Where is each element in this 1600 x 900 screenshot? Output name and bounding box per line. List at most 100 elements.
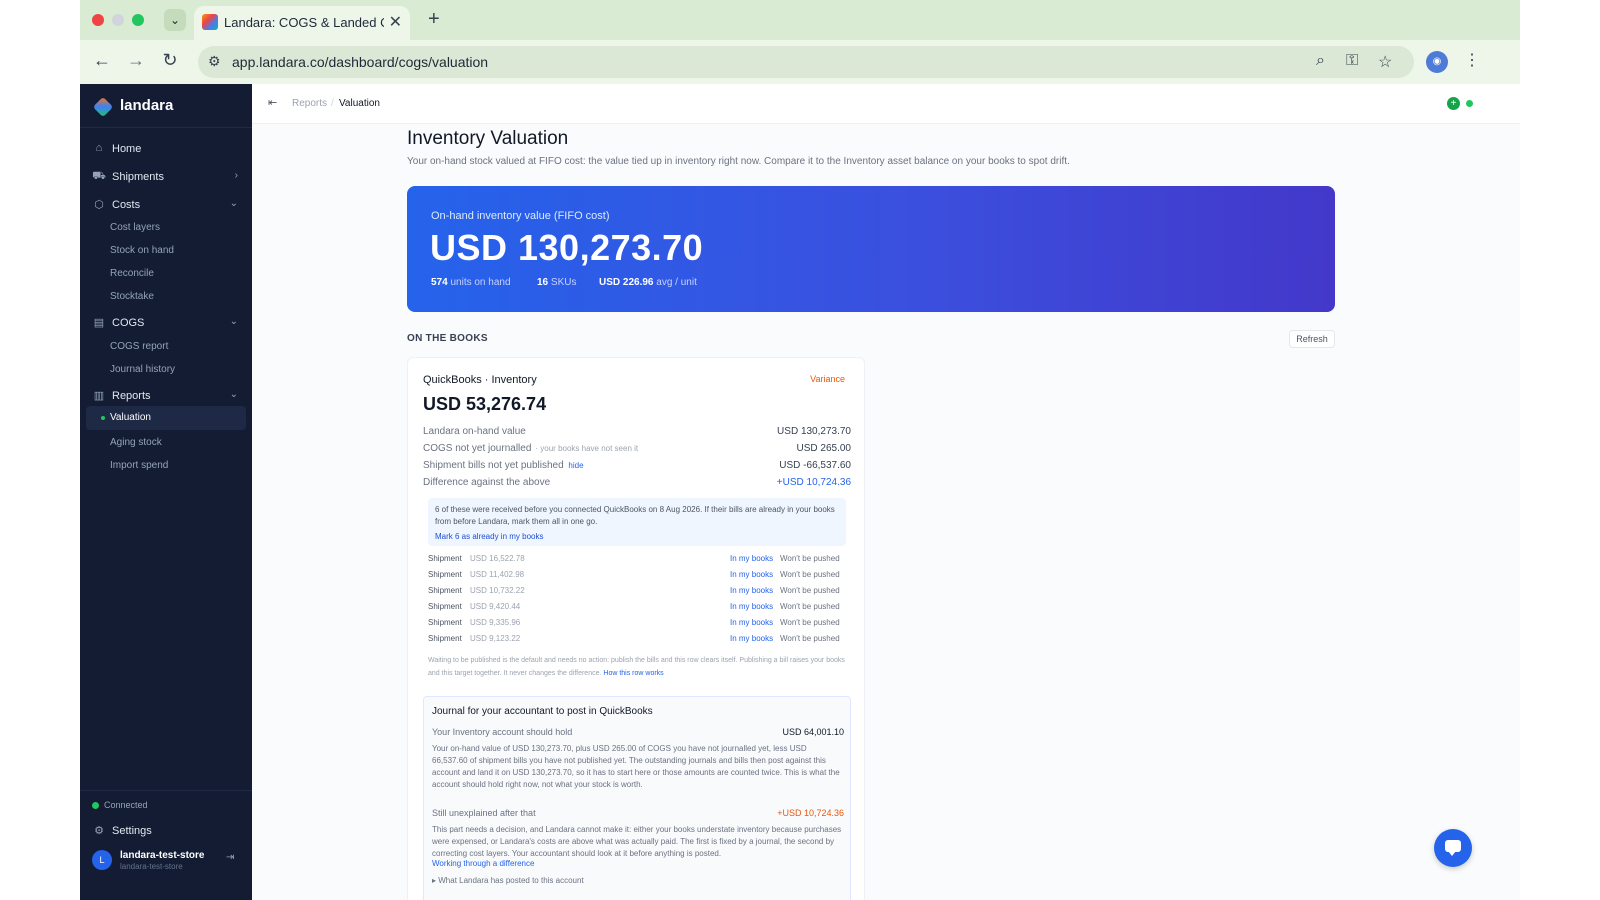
push-status: Won't be pushed xyxy=(780,554,840,563)
row-value: USD -66,537.60 xyxy=(779,460,851,471)
sidebar-item-home[interactable]: ⌂ Home xyxy=(92,140,244,162)
breadcrumb-reports[interactable]: Reports xyxy=(292,98,327,109)
minimize-window-dot[interactable] xyxy=(112,14,124,26)
maximize-window-dot[interactable] xyxy=(132,14,144,26)
zoom-icon[interactable]: ⌕ xyxy=(1316,52,1325,70)
row-value: USD 265.00 xyxy=(796,443,851,454)
chevron-down-icon: ⌄ xyxy=(229,389,238,400)
store-handle: landara-test-store xyxy=(120,862,183,871)
profile-avatar-icon[interactable]: ◉ xyxy=(1426,51,1448,73)
push-status: Won't be pushed xyxy=(780,634,840,643)
new-tab-icon[interactable]: + xyxy=(428,8,440,31)
row-label: Your Inventory account should hold xyxy=(432,727,573,737)
sidebar-subitem-stock-on-hand[interactable]: Stock on hand xyxy=(110,245,174,256)
page-title: Inventory Valuation xyxy=(407,128,569,149)
connection-status: Connected xyxy=(92,800,148,810)
status-badge: Variance xyxy=(810,374,845,384)
row-label: COGS not yet journalled · your books have… xyxy=(423,443,639,454)
pre-connection-notice: 6 of these were received before you conn… xyxy=(428,498,846,546)
store-name: landara-test-store xyxy=(120,850,205,861)
shipment-label: Shipment xyxy=(428,554,462,563)
browser-window: ⌄ Landara: COGS & Landed Co ✕ + ← → ↻ ⚙ … xyxy=(80,0,1520,900)
shipment-row: Shipment USD 10,732.22 In my books Won't… xyxy=(428,586,846,600)
address-bar[interactable]: ⚙ app.landara.co/dashboard/cogs/valuatio… xyxy=(198,46,1414,78)
sidebar-item-label: Costs xyxy=(112,199,141,211)
sidebar-subitem-reconcile[interactable]: Reconcile xyxy=(110,268,154,279)
in-my-books-link[interactable]: In my books xyxy=(730,586,773,595)
active-indicator-icon xyxy=(101,416,105,420)
breadcrumb-separator: / xyxy=(331,98,334,109)
favicon-icon xyxy=(202,14,218,30)
sidebar-subitem-cogs-report[interactable]: COGS report xyxy=(110,341,168,352)
collapse-sidebar-icon[interactable]: ⇤ xyxy=(268,96,277,109)
in-my-books-link[interactable]: In my books xyxy=(730,618,773,627)
sidebar-subitem-cost-layers[interactable]: Cost layers xyxy=(110,222,160,233)
reconcile-row: COGS not yet journalled · your books have… xyxy=(423,443,851,459)
shipment-amount: USD 11,402.98 xyxy=(470,570,525,579)
row-label: Landara on-hand value xyxy=(423,426,526,437)
shipment-label: Shipment xyxy=(428,570,462,579)
tab-close-icon[interactable]: ✕ xyxy=(389,12,402,32)
row-note: · your books have not seen it xyxy=(535,444,639,453)
shipment-row: Shipment USD 9,123.22 In my books Won't … xyxy=(428,634,846,648)
journal-explanation: Your on-hand value of USD 130,273.70, pl… xyxy=(432,744,840,789)
add-status-icon[interactable]: + xyxy=(1447,97,1460,110)
mark-in-books-link[interactable]: Mark 6 as already in my books xyxy=(435,532,544,541)
back-icon[interactable]: ← xyxy=(90,50,114,71)
hero-label: On-hand inventory value (FIFO cost) xyxy=(431,210,610,222)
connection-label: Connected xyxy=(104,800,148,810)
sidebar-subitem-stocktake[interactable]: Stocktake xyxy=(110,291,154,302)
sidebar-subitem-journal-history[interactable]: Journal history xyxy=(110,364,175,375)
password-key-icon[interactable]: ⚿ xyxy=(1346,52,1358,70)
hero-value: USD 130,273.70 xyxy=(430,227,704,268)
hide-link[interactable]: hide xyxy=(568,461,583,470)
in-my-books-link[interactable]: In my books xyxy=(730,554,773,563)
sidebar-subitem-valuation-active[interactable]: Valuation xyxy=(86,406,246,430)
shipment-amount: USD 16,522.78 xyxy=(470,554,525,563)
site-settings-icon[interactable]: ⚙ xyxy=(208,53,221,70)
row-label: Difference against the above xyxy=(423,477,551,488)
sidebar-subitem-import-spend[interactable]: Import spend xyxy=(110,460,168,471)
sidebar-item-shipments[interactable]: ⛟ Shipments › xyxy=(92,168,244,190)
forward-icon[interactable]: → xyxy=(124,50,148,71)
working-through-difference-link[interactable]: Working through a difference xyxy=(432,859,534,868)
shipment-amount: USD 9,335.96 xyxy=(470,618,521,627)
chat-support-button[interactable] xyxy=(1434,829,1472,867)
reload-icon[interactable]: ↻ xyxy=(158,50,182,71)
push-status: Won't be pushed xyxy=(780,602,840,611)
how-this-works-link[interactable]: How this row works xyxy=(603,670,663,677)
refresh-button[interactable]: Refresh xyxy=(1289,330,1335,348)
chat-bubble-tail-icon xyxy=(1448,851,1456,856)
browser-tab-active[interactable]: Landara: COGS & Landed Co ✕ xyxy=(194,6,410,40)
sidebar-item-costs[interactable]: ⬡ Costs ⌄ xyxy=(92,196,244,218)
tab-search-chevron-icon[interactable]: ⌄ xyxy=(164,9,186,31)
posted-history-disclosure[interactable]: ▸ What Landara has posted to this accoun… xyxy=(432,876,584,885)
avatar[interactable]: L xyxy=(92,850,112,870)
browser-menu-icon[interactable]: ⋮ xyxy=(1464,50,1480,70)
in-my-books-link[interactable]: In my books xyxy=(730,634,773,643)
push-status: Won't be pushed xyxy=(780,586,840,595)
sidebar-item-settings[interactable]: ⚙ Settings xyxy=(92,822,244,844)
difference-value: +USD 10,724.36 xyxy=(776,477,851,488)
valuation-hero-card: On-hand inventory value (FIFO cost) USD … xyxy=(407,186,1335,312)
page-subtitle: Your on-hand stock valued at FIFO cost: … xyxy=(407,156,1070,167)
sidebar-divider xyxy=(80,127,252,128)
shipment-amount: USD 10,732.22 xyxy=(470,586,525,595)
bookmark-star-icon[interactable]: ☆ xyxy=(1378,52,1392,72)
sidebar-subitem-label: Valuation xyxy=(110,412,151,423)
logout-icon[interactable]: ⇥ xyxy=(226,852,234,863)
in-my-books-link[interactable]: In my books xyxy=(730,602,773,611)
reconcile-row: Landara on-hand value USD 130,273.70 xyxy=(423,426,851,442)
shipment-label: Shipment xyxy=(428,634,462,643)
in-my-books-link[interactable]: In my books xyxy=(730,570,773,579)
sidebar-subitem-aging-stock[interactable]: Aging stock xyxy=(110,437,162,448)
accountant-journal-panel: Journal for your accountant to post in Q… xyxy=(423,696,851,900)
journal-explanation: This part needs a decision, and Landara … xyxy=(432,825,842,858)
close-window-dot[interactable] xyxy=(92,14,104,26)
breadcrumb-current: Valuation xyxy=(339,98,380,109)
chevron-right-icon: › xyxy=(234,170,238,181)
sidebar-item-label: Shipments xyxy=(112,171,164,183)
sidebar-item-cogs[interactable]: ▤ COGS ⌄ xyxy=(92,314,244,336)
app-topbar: ⇤ Reports / Valuation + xyxy=(252,84,1520,124)
box-icon: ⬡ xyxy=(94,199,104,211)
